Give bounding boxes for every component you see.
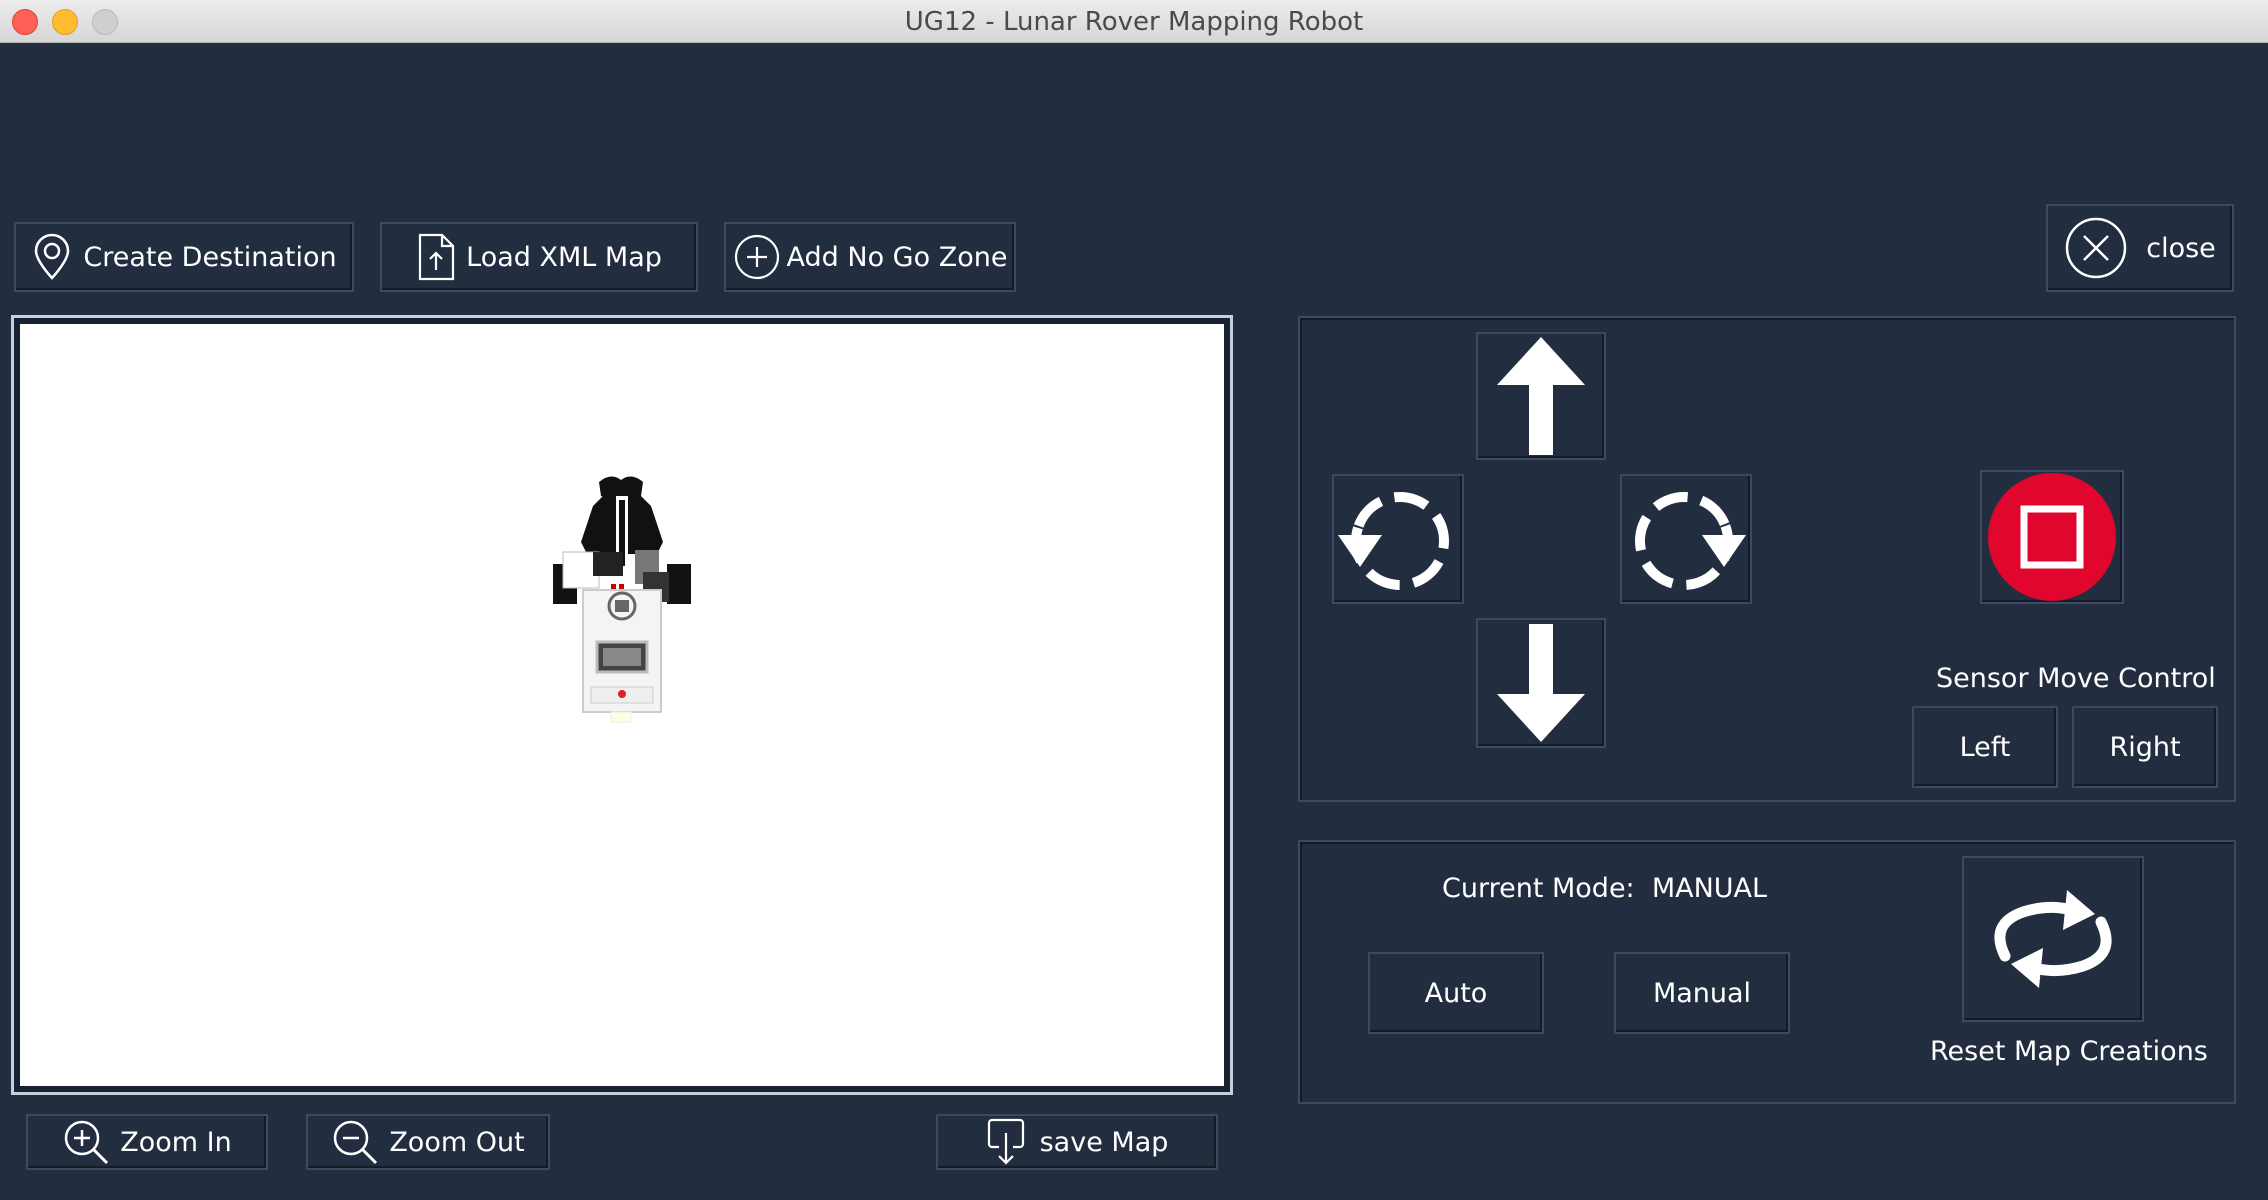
- current-mode-label: Current Mode: MANUAL: [1442, 873, 1767, 904]
- sensor-left-button[interactable]: Left: [1912, 706, 2058, 788]
- download-icon: [986, 1117, 1026, 1167]
- auto-mode-label: Auto: [1424, 977, 1488, 1009]
- window-title: UG12 - Lunar Rover Mapping Robot: [904, 7, 1364, 37]
- auto-mode-button[interactable]: Auto: [1368, 952, 1544, 1034]
- sensor-left-label: Left: [1959, 731, 2011, 763]
- current-mode-value: MANUAL: [1651, 873, 1768, 904]
- move-backward-button[interactable]: [1476, 618, 1606, 748]
- rover-icon: [553, 476, 691, 723]
- load-xml-map-button[interactable]: Load XML Map: [380, 222, 698, 292]
- add-circle-icon: [733, 233, 781, 281]
- load-xml-map-label: Load XML Map: [466, 241, 662, 273]
- move-forward-button[interactable]: [1476, 332, 1606, 460]
- close-button[interactable]: close: [2046, 204, 2234, 292]
- close-label: close: [2146, 232, 2216, 264]
- arrow-up-icon: [1497, 337, 1585, 455]
- sensor-right-button[interactable]: Right: [2072, 706, 2218, 788]
- manual-mode-label: Manual: [1652, 977, 1752, 1009]
- save-map-label: save Map: [1039, 1126, 1169, 1158]
- reset-map-button[interactable]: [1962, 856, 2144, 1022]
- add-no-go-zone-label: Add No Go Zone: [786, 241, 1008, 273]
- map-canvas[interactable]: [11, 315, 1233, 1095]
- stop-icon: [1988, 473, 2116, 601]
- sensor-move-control-title: Sensor Move Control: [1936, 663, 2216, 694]
- sensor-right-label: Right: [2109, 731, 2181, 763]
- reset-icon: [1994, 890, 2112, 988]
- create-destination-label: Create Destination: [83, 241, 337, 273]
- close-icon: [2064, 216, 2128, 280]
- save-map-button[interactable]: save Map: [936, 1114, 1218, 1170]
- rotate-right-button[interactable]: [1620, 474, 1752, 604]
- manual-mode-button[interactable]: Manual: [1614, 952, 1790, 1034]
- zoom-out-icon: [331, 1118, 379, 1166]
- zoom-in-label: Zoom In: [120, 1126, 232, 1158]
- add-no-go-zone-button[interactable]: Add No Go Zone: [724, 222, 1016, 292]
- zoom-in-button[interactable]: Zoom In: [26, 1114, 268, 1170]
- location-pin-icon: [31, 233, 73, 281]
- arrow-down-icon: [1497, 624, 1585, 742]
- zoom-out-label: Zoom Out: [389, 1126, 525, 1158]
- rotate-left-icon: [1338, 492, 1449, 590]
- reset-map-label: Reset Map Creations: [1930, 1036, 2208, 1067]
- create-destination-button[interactable]: Create Destination: [14, 222, 354, 292]
- rotate-left-button[interactable]: [1332, 474, 1464, 604]
- zoom-in-icon: [62, 1118, 110, 1166]
- zoom-out-button[interactable]: Zoom Out: [306, 1114, 550, 1170]
- rotate-right-icon: [1635, 492, 1746, 590]
- file-upload-icon: [416, 232, 456, 282]
- stop-button[interactable]: [1980, 470, 2124, 604]
- current-mode-caption: Current Mode:: [1442, 873, 1635, 904]
- window-titlebar: UG12 - Lunar Rover Mapping Robot: [0, 0, 2268, 43]
